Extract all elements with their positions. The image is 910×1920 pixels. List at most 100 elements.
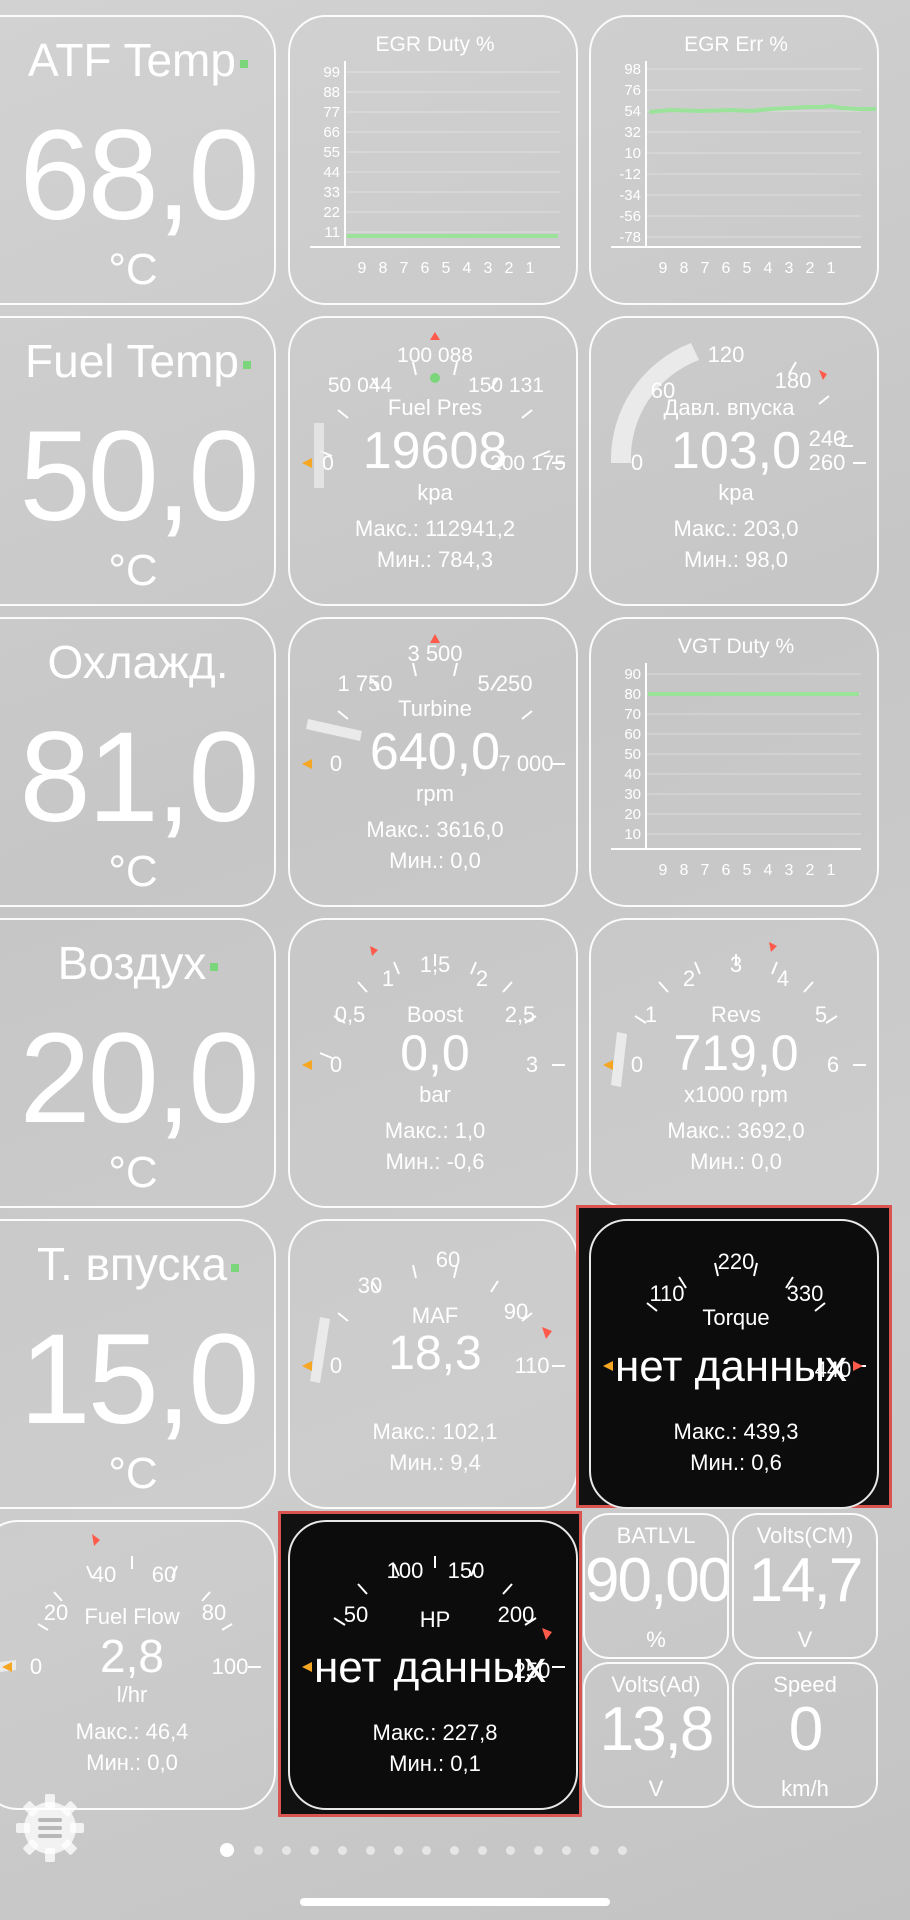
x-tick: 1 xyxy=(827,862,836,879)
tick-label: 110 xyxy=(514,1353,549,1378)
y-tick: 77 xyxy=(323,104,340,121)
y-tick: 30 xyxy=(624,786,641,803)
gauge-name: Torque xyxy=(702,1305,769,1330)
tile-speed[interactable]: Speed 0 km/h xyxy=(732,1662,878,1808)
x-tick: 3 xyxy=(785,260,794,277)
tick-label: 4 xyxy=(777,966,789,991)
y-tick: 44 xyxy=(323,164,340,181)
y-tick: 76 xyxy=(624,82,641,99)
gauge-fuel-pres[interactable]: 0 50 044 100 088 150 131 200 175 Fuel Pr… xyxy=(288,316,578,606)
y-tick: 70 xyxy=(624,706,641,723)
tile-label: ATF Temp xyxy=(2,33,274,87)
maf-dial: 0 30 60 90 110 MAF 18,3 Макс.: 102,1 Мин… xyxy=(302,1247,565,1475)
tick-label: 110 xyxy=(649,1281,684,1306)
tick-label: 0 xyxy=(330,1353,342,1378)
y-tick: 50 xyxy=(624,746,641,763)
page-dot[interactable] xyxy=(590,1846,599,1855)
tile-label: Воздух xyxy=(2,936,274,990)
y-tick: 32 xyxy=(624,124,641,141)
tile-air[interactable]: Воздух 20,0 °C xyxy=(0,918,276,1208)
page-dot[interactable] xyxy=(618,1846,627,1855)
tile-unit: °C xyxy=(108,847,158,896)
gauge-max: Макс.: 203,0 xyxy=(673,516,798,541)
tile-fuel-temp[interactable]: Fuel Temp 50,0 °C xyxy=(0,316,276,606)
gauge-maf[interactable]: 0 30 60 90 110 MAF 18,3 Макс.: 102,1 Мин… xyxy=(288,1219,578,1509)
tick-label: 0 xyxy=(30,1654,42,1679)
gauge-name: Boost xyxy=(407,1002,463,1027)
tick-label: 0 xyxy=(330,1052,342,1077)
x-tick: 7 xyxy=(701,260,710,277)
tick-label: 200 xyxy=(498,1602,535,1627)
gauge-min: Мин.: 0,1 xyxy=(389,1751,481,1776)
x-tick: 6 xyxy=(722,260,731,277)
page-dot[interactable] xyxy=(310,1846,319,1855)
gauge-max: Макс.: 3616,0 xyxy=(366,817,503,842)
gear-menu-icon xyxy=(16,1794,84,1862)
gauge-value: 640,0 xyxy=(370,723,500,781)
page-dot[interactable] xyxy=(562,1846,571,1855)
x-tick: 4 xyxy=(764,862,773,879)
y-tick: 98 xyxy=(624,61,641,78)
tile-volts-cm[interactable]: Volts(CM) 14,7 V xyxy=(732,1513,878,1659)
y-tick: -78 xyxy=(619,229,641,246)
gauge-intake-pres[interactable]: 0 60 120 180 240 260 Давл. впуска 103,0 … xyxy=(589,316,879,606)
settings-button[interactable] xyxy=(12,1790,88,1866)
y-tick: -56 xyxy=(619,208,641,225)
graph-egr-duty[interactable]: EGR Duty % 99 88 77 66 55 44 33 22 11 9 … xyxy=(288,15,578,305)
x-tick: 8 xyxy=(379,260,388,277)
page-dot[interactable] xyxy=(394,1846,403,1855)
gauge-boost[interactable]: 0 0,5 1 1,5 2 2,5 3 Boost 0,0 bar Макс.:… xyxy=(288,918,578,1208)
tile-unit: °C xyxy=(108,1148,158,1197)
tile-value: 13,8 xyxy=(599,1695,715,1764)
tile-atf-temp[interactable]: ATF Temp 68,0 °C xyxy=(0,15,276,305)
gauge-hp[interactable]: 50 100 150 200 250 HP нет данных Макс.: … xyxy=(288,1520,578,1810)
page-dot[interactable] xyxy=(450,1846,459,1855)
tick-label: 80 xyxy=(202,1600,226,1625)
gauge-fuel-flow[interactable]: 0 20 40 60 80 100 Fuel Flow 2,8 l/hr Мак… xyxy=(0,1520,276,1810)
gauge-min: Мин.: 98,0 xyxy=(684,547,788,572)
x-tick: 6 xyxy=(722,862,731,879)
tile-coolant[interactable]: Охлажд. 81,0 °C xyxy=(0,617,276,907)
page-dot[interactable] xyxy=(478,1846,487,1855)
page-dot[interactable] xyxy=(254,1846,263,1855)
page-dot-active[interactable] xyxy=(220,1843,234,1857)
y-tick: 20 xyxy=(624,806,641,823)
page-dot[interactable] xyxy=(506,1846,515,1855)
tile-unit: °C xyxy=(108,245,158,294)
gauge-revs[interactable]: 0 1 2 3 4 5 6 Revs 719,0 x1000 rpm Макс.… xyxy=(589,918,879,1208)
gauge-max: Макс.: 112941,2 xyxy=(355,516,515,541)
tick-label: 2 xyxy=(683,966,695,991)
tick-label: 330 xyxy=(787,1281,824,1306)
tick-label: 5 250 xyxy=(477,671,532,696)
y-tick: 55 xyxy=(323,144,340,161)
tick-label: 30 xyxy=(358,1273,382,1298)
tile-batlvl[interactable]: BATLVL 90,00 % xyxy=(583,1513,729,1659)
x-tick: 9 xyxy=(358,260,367,277)
tile-value: 81,0 xyxy=(19,706,259,849)
tick-label: 0,5 xyxy=(335,1002,366,1027)
graph-vgt-duty[interactable]: VGT Duty % 90 80 70 60 50 40 30 20 10 9 … xyxy=(589,617,879,907)
gauge-turbine[interactable]: 0 1 750 3 500 5 250 7 000 Turbine 640,0 … xyxy=(288,617,578,907)
page-dot[interactable] xyxy=(282,1846,291,1855)
tile-volts-ad[interactable]: Volts(Ad) 13,8 V xyxy=(583,1662,729,1808)
page-dot[interactable] xyxy=(338,1846,347,1855)
y-tick: 11 xyxy=(324,224,340,241)
gauge-min: Мин.: 0,0 xyxy=(690,1149,782,1174)
tick-label: 60 xyxy=(152,1562,176,1587)
gauge-name: HP xyxy=(420,1607,451,1632)
boost-dial: 0 0,5 1 1,5 2 2,5 3 Boost 0,0 bar Макс.:… xyxy=(302,946,565,1174)
gauge-max: Макс.: 439,3 xyxy=(673,1419,798,1444)
egr-err-chart: EGR Err % 98 76 54 32 10 -12 -34 -56 -78… xyxy=(611,33,876,277)
page-dot[interactable] xyxy=(422,1846,431,1855)
gauge-value: 719,0 xyxy=(673,1025,798,1081)
gauge-name: Fuel Flow xyxy=(84,1604,179,1629)
home-indicator[interactable] xyxy=(300,1898,610,1906)
gauge-torque[interactable]: 110 220 330 440 Torque нет данных Макс.:… xyxy=(589,1219,879,1509)
tile-intake-temp[interactable]: Т. впуска 15,0 °C xyxy=(0,1219,276,1509)
page-dot[interactable] xyxy=(366,1846,375,1855)
tick-label: 240 xyxy=(809,426,846,451)
x-tick: 8 xyxy=(680,260,689,277)
graph-egr-err[interactable]: EGR Err % 98 76 54 32 10 -12 -34 -56 -78… xyxy=(589,15,879,305)
x-tick: 6 xyxy=(421,260,430,277)
page-dot[interactable] xyxy=(534,1846,543,1855)
